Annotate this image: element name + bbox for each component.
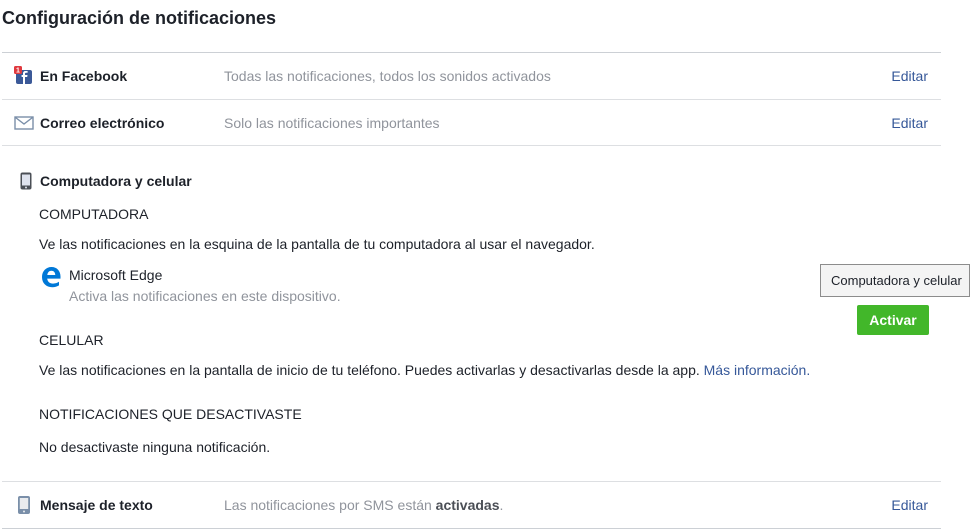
computer-heading: COMPUTADORA: [39, 206, 149, 222]
mobile-description: Ve las notificaciones en la pantalla de …: [39, 362, 700, 378]
mobile-heading: CELULAR: [39, 332, 104, 348]
footer-divider: [2, 528, 941, 529]
setting-row-email: Correo electrónico Solo las notificacion…: [2, 100, 941, 146]
sms-summary-prefix: Las notificaciones por SMS están: [224, 497, 436, 513]
sms-summary-suffix: .: [499, 497, 504, 513]
svg-text:1: 1: [16, 68, 20, 75]
setting-row-facebook: 1 En Facebook Todas las notificaciones, …: [2, 53, 941, 99]
browser-description: Activa las notificaciones en este dispos…: [69, 288, 341, 304]
mobile-description-line: Ve las notificaciones en la pantalla de …: [39, 362, 810, 378]
more-info-link[interactable]: Más información.: [704, 362, 811, 378]
facebook-notifications-icon: 1: [14, 66, 34, 86]
tooltip: Computadora y celular: [820, 264, 970, 297]
activate-button[interactable]: Activar: [857, 305, 929, 335]
browser-name: Microsoft Edge: [69, 267, 163, 283]
edit-email-link[interactable]: Editar: [891, 115, 928, 131]
setting-summary: Solo las notificaciones importantes: [224, 115, 440, 131]
disabled-description: No desactivaste ninguna notificación.: [39, 439, 271, 455]
setting-summary: Las notificaciones por SMS están activad…: [224, 497, 503, 513]
setting-label: Correo electrónico: [40, 115, 165, 131]
edit-sms-link[interactable]: Editar: [891, 497, 928, 513]
page-title: Configuración de notificaciones: [2, 8, 277, 28]
setting-label: En Facebook: [40, 68, 128, 84]
row-divider: [2, 145, 941, 146]
setting-summary: Todas las notificaciones, todos los soni…: [224, 68, 551, 84]
computer-description: Ve las notificaciones en la esquina de l…: [39, 236, 595, 252]
sms-summary-status: activadas: [435, 497, 500, 513]
phone-icon: [14, 495, 34, 515]
setting-label: Mensaje de texto: [40, 497, 153, 513]
envelope-icon: [14, 113, 34, 133]
microsoft-edge-icon: [39, 265, 63, 289]
disabled-heading: NOTIFICACIONES QUE DESACTIVASTE: [39, 406, 302, 422]
section-title-computer-mobile: Computadora y celular: [40, 173, 192, 189]
mobile-phone-icon: [20, 172, 32, 190]
edit-facebook-link[interactable]: Editar: [891, 68, 928, 84]
setting-row-sms: Mensaje de texto Las notificaciones por …: [2, 482, 941, 528]
